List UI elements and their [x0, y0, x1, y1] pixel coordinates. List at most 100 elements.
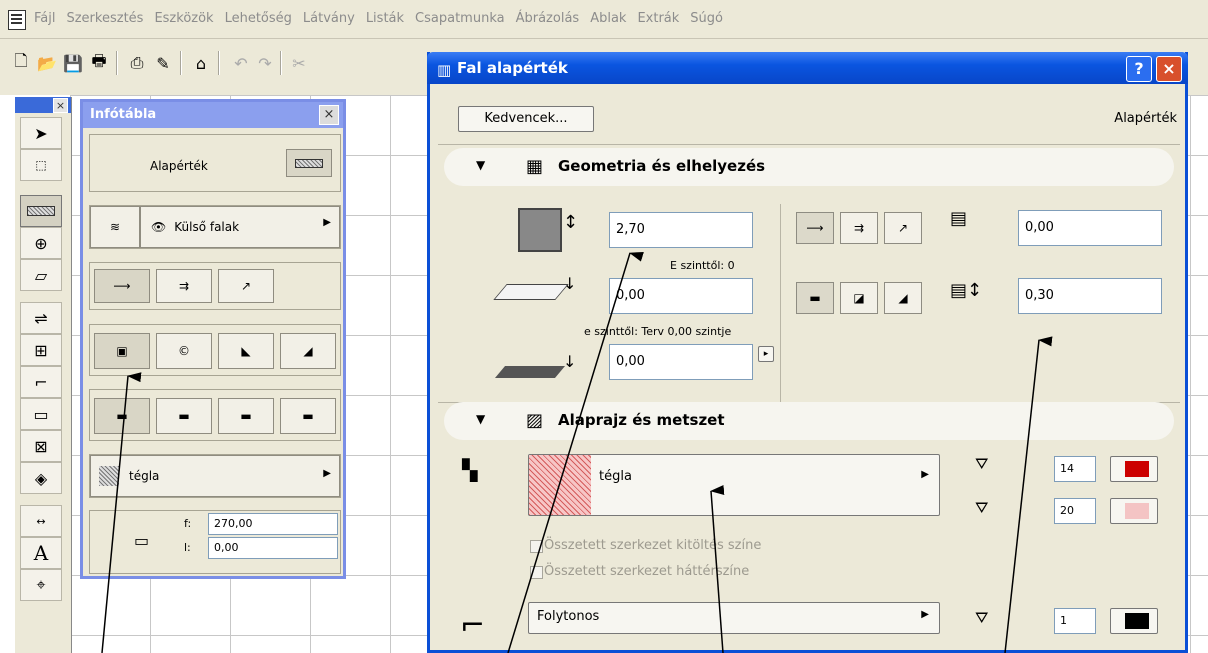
height-input[interactable]: 2,70 — [609, 212, 753, 248]
floorplan-section-header[interactable]: ▼ ▨ Alaprajz és metszet — [444, 402, 1174, 440]
pen2-input[interactable]: 20 — [1054, 498, 1096, 524]
new-file-icon[interactable]: 🗋 — [10, 51, 32, 74]
material-swatch — [99, 466, 119, 486]
straight-wall-button[interactable]: ▬ — [796, 282, 834, 314]
menu-item[interactable]: Látvány — [303, 11, 355, 26]
ref-line-inside-button[interactable]: ↗ — [218, 269, 274, 303]
story-label: e szinttől: Terv 0,00 szintje — [584, 325, 732, 338]
rectangle-chain-button[interactable]: ▬ — [218, 398, 274, 434]
menu-item[interactable]: Listák — [366, 11, 404, 26]
menu-item[interactable]: Ábrázolás — [516, 11, 580, 26]
base-offset-input[interactable]: 0,00 — [609, 278, 753, 314]
beam-tool-icon[interactable]: ▱ — [20, 259, 62, 291]
undo-icon[interactable]: ↶ — [230, 52, 252, 74]
pen1-color-button[interactable] — [1110, 456, 1158, 482]
menu-item[interactable]: Lehetőség — [225, 11, 292, 26]
l-input[interactable]: 0,00 — [208, 537, 338, 559]
cut-icon[interactable]: ✂ — [288, 52, 310, 74]
menu-item[interactable]: Fájl — [34, 11, 55, 26]
pen1-input[interactable]: 14 — [1054, 456, 1096, 482]
toolbar-separator — [280, 51, 281, 75]
fill-type-selector[interactable]: tégla ▶ — [528, 454, 940, 516]
ref-line-outside-button[interactable]: ⟶ — [94, 269, 150, 303]
line-type-selector[interactable]: Folytonos ▶ — [528, 602, 940, 634]
pen-icon: ⛛ — [975, 498, 989, 517]
thickness-input[interactable]: 0,30 — [1018, 278, 1162, 314]
geometry-icon: ▦ — [526, 156, 544, 177]
ref-line-center-button[interactable]: ⇉ — [840, 212, 878, 244]
save-icon[interactable]: 💾 — [62, 52, 84, 74]
ref-line-inside-button[interactable]: ↗ — [884, 212, 922, 244]
trapezoid-wall-button[interactable]: ◣ — [218, 333, 274, 369]
divider — [438, 144, 1180, 145]
ref-line-outside-button[interactable]: ⟶ — [796, 212, 834, 244]
curved-wall-button[interactable]: © — [156, 333, 212, 369]
rectangle-wall-button[interactable]: ▣ — [94, 333, 150, 369]
material-panel: tégla ▶ — [89, 454, 341, 498]
story-input[interactable]: 0,00 — [609, 344, 753, 380]
composite-bg-checkbox[interactable] — [530, 566, 543, 579]
pen2-color-swatch — [1125, 503, 1149, 519]
menu-item[interactable]: Ablak — [590, 11, 626, 26]
base-level-label: E szinttől: 0 — [670, 259, 735, 272]
offset-input[interactable]: 0,00 — [1018, 210, 1162, 246]
arrow-tool-icon[interactable]: ➤ — [20, 117, 62, 149]
plot-icon[interactable]: ⎙ — [126, 52, 148, 74]
close-icon[interactable]: × — [53, 98, 68, 113]
chain-wall-button[interactable]: ▬ — [156, 398, 212, 434]
mesh-tool-icon[interactable]: ◈ — [20, 462, 62, 494]
material-selector[interactable]: tégla ▶ — [90, 455, 340, 497]
composite-fill-checkbox[interactable] — [530, 540, 543, 553]
menu-item[interactable]: Csapatmunka — [415, 11, 505, 26]
layers-icon[interactable]: ≋ — [90, 206, 140, 248]
story-dropdown-button[interactable]: ▸ — [758, 346, 774, 362]
layer-selector[interactable]: 👁 Külső falak ▶ — [140, 206, 340, 248]
default-label: Alapérték — [150, 159, 208, 173]
pen-icon: ⛛ — [975, 454, 989, 473]
single-wall-button[interactable]: ▬ — [94, 398, 150, 434]
geometry-section-header[interactable]: ▼ ▦ Geometria és elhelyezés — [444, 148, 1174, 186]
line-type-icon: ⌐ — [460, 608, 486, 643]
app-icon[interactable] — [8, 10, 26, 30]
help-button[interactable]: ? — [1126, 56, 1152, 82]
pen2-color-button[interactable] — [1110, 498, 1158, 524]
f-input[interactable]: 270,00 — [208, 513, 338, 535]
close-button[interactable]: × — [1156, 56, 1182, 82]
menu-item[interactable]: Súgó — [690, 11, 723, 26]
text-tool-icon[interactable]: A — [20, 537, 62, 569]
favorites-button[interactable]: Kedvencek... — [458, 106, 594, 132]
rotated-rect-button[interactable]: ▬ — [280, 398, 336, 434]
menu-item[interactable]: Extrák — [637, 11, 679, 26]
menu-item[interactable]: Szerkesztés — [66, 11, 143, 26]
column-tool-icon[interactable]: ⊕ — [20, 227, 62, 259]
double-slanted-wall-button[interactable]: ◢ — [884, 282, 922, 314]
pen3-color-button[interactable] — [1110, 608, 1158, 634]
slanted-wall-button[interactable]: ◪ — [840, 282, 878, 314]
geometry-method-panel: ▣ © ◣ ◢ — [89, 324, 341, 376]
close-icon[interactable]: × — [319, 105, 339, 125]
label-tool-icon[interactable]: ⌖ — [20, 569, 62, 601]
teamwork-icon[interactable]: ⌂ — [190, 52, 212, 74]
slab-tool-icon[interactable]: ▭ — [20, 398, 62, 430]
stair-tool-icon[interactable]: ⌐ — [20, 366, 62, 398]
ref-line-center-button[interactable]: ⇉ — [156, 269, 212, 303]
redo-icon[interactable]: ↷ — [254, 52, 276, 74]
pen3-input[interactable]: 1 — [1054, 608, 1096, 634]
plotter-icon[interactable]: ✎ — [152, 52, 174, 74]
wall-settings-button[interactable] — [286, 149, 332, 177]
door-tool-icon[interactable]: ⇌ — [20, 302, 62, 334]
f-label: f: — [184, 517, 192, 530]
wall-height-icon — [518, 208, 562, 252]
marquee-tool-icon[interactable]: ⬚ — [20, 149, 62, 181]
print-icon[interactable]: 🖶 — [88, 51, 110, 74]
window-tool-icon[interactable]: ⊞ — [20, 334, 62, 366]
polygon-wall-button[interactable]: ◢ — [280, 333, 336, 369]
l-label: l: — [184, 541, 191, 554]
menu-item[interactable]: Eszközök — [154, 11, 213, 26]
pen1-color-swatch — [1125, 461, 1149, 477]
dimension-tool-icon[interactable]: ↔ — [20, 505, 62, 537]
open-folder-icon[interactable]: 📂 — [36, 52, 58, 74]
elevation-icon: ▭ — [134, 531, 150, 550]
roof-tool-icon[interactable]: ⊠ — [20, 430, 62, 462]
wall-tool-icon[interactable] — [20, 195, 62, 227]
